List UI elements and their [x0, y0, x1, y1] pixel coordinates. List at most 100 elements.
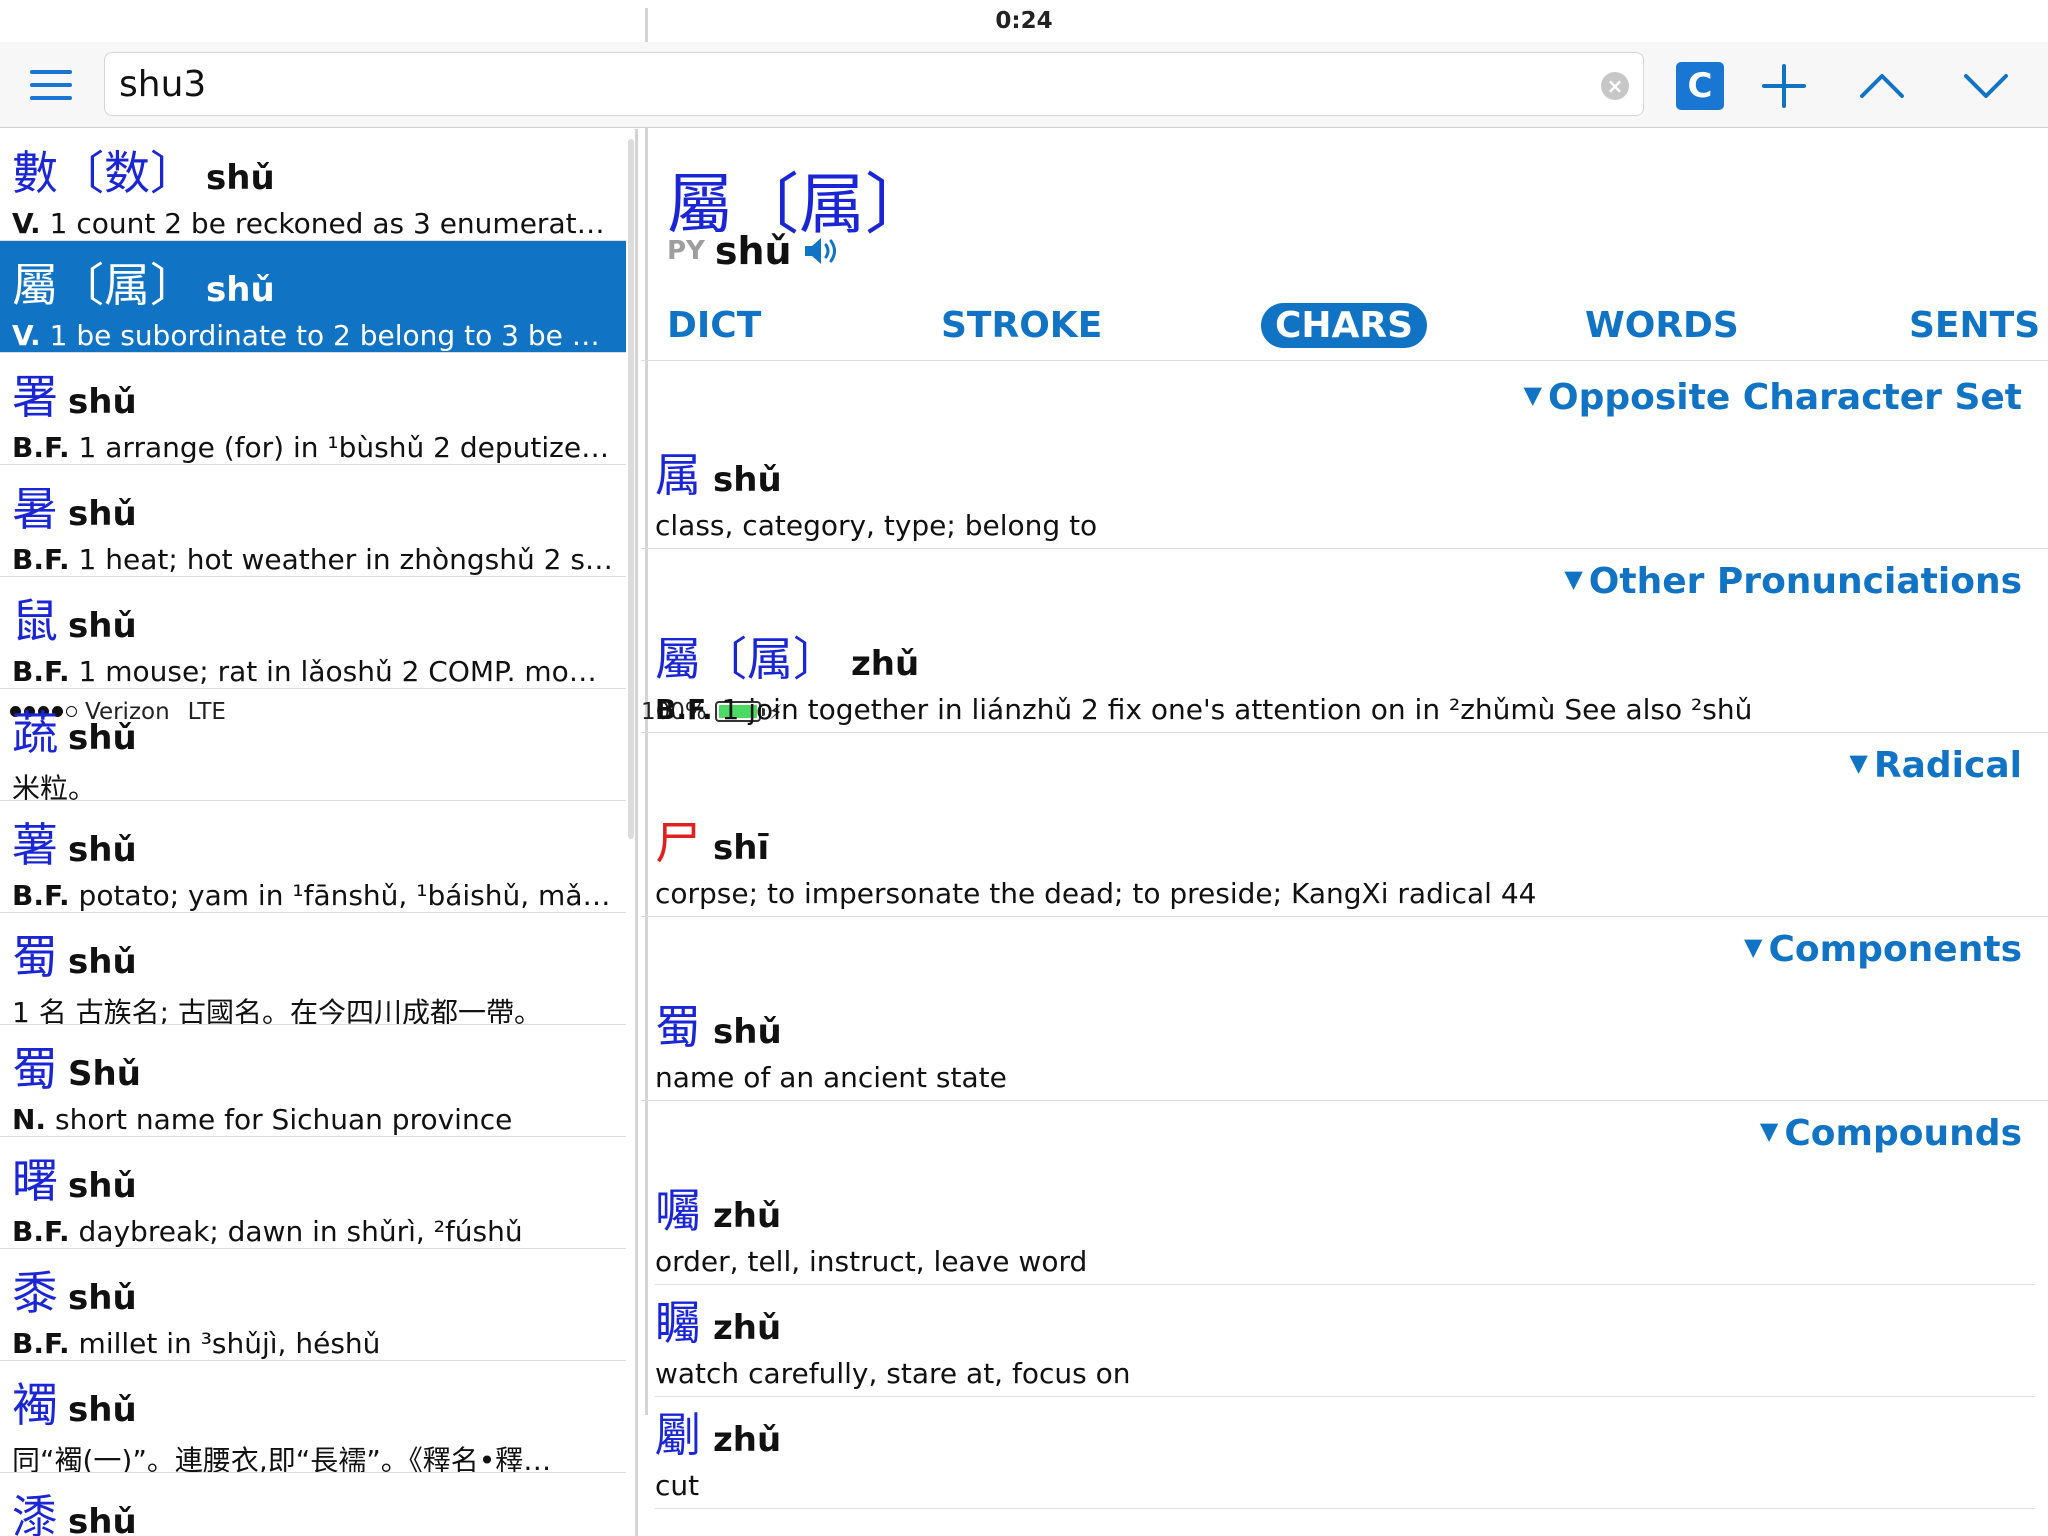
item-hanzi: 劚: [655, 1408, 701, 1462]
section-divider: [641, 732, 2048, 733]
section-other-pron-title[interactable]: ▼ Other Pronunciations: [1564, 561, 2022, 602]
entry-pos: B.F.: [12, 543, 70, 576]
toolbar: × C: [0, 42, 2048, 128]
list-item[interactable]: 署 shǔ B.F. 1 arrange (for) in ¹bùshǔ 2 de…: [0, 353, 626, 465]
item-definition: corpse; to impersonate the dead; to pres…: [655, 877, 1537, 910]
section-compounds-title[interactable]: ▼ Compounds: [1760, 1113, 2022, 1154]
entry-definition: 1 heat; hot weather in zhòngshǔ 2 su…: [78, 543, 614, 576]
section-title-text: Components: [1768, 929, 2022, 970]
item-hanzi: 屬〔属〕: [655, 632, 839, 686]
item-pinyin: shǔ: [713, 1012, 782, 1052]
section-components-title[interactable]: ▼ Components: [1744, 929, 2022, 970]
entry-pos: V.: [12, 319, 41, 352]
item-pinyin: shǔ: [713, 460, 782, 500]
results-list[interactable]: 數〔数〕 shǔ V. 1 count 2 be reckoned as 3 en…: [0, 129, 638, 1536]
disclosure-triangle-icon: ▼: [1849, 749, 1868, 777]
tab-dict[interactable]: DICT: [653, 303, 775, 348]
entry-hanzi: 蜀: [12, 930, 58, 984]
list-item-selected[interactable]: 屬〔属〕 shǔ V. 1 be subordinate to 2 belong …: [0, 241, 626, 353]
entry-definition: 1 be subordinate to 2 belong to 3 be bo…: [49, 319, 614, 352]
opposite-char-item[interactable]: 属 shǔ class, category, type; belong to: [655, 439, 2035, 542]
chevron-up-icon[interactable]: [1854, 60, 1910, 112]
tab-words[interactable]: WORDS: [1571, 303, 1753, 348]
entry-hanzi: 薯: [12, 818, 58, 872]
entry-pos: N.: [12, 1103, 47, 1136]
status-bar: Verizon LTE 0:24 100% ⚡: [0, 0, 2048, 1415]
list-item[interactable]: 薯 shǔ B.F. potato; yam in ¹fānshǔ, ¹báish…: [0, 801, 626, 913]
entry-pinyin: shǔ: [68, 606, 137, 646]
detail-pinyin-line: PY shǔ: [667, 229, 842, 273]
chevron-down-icon[interactable]: [1958, 60, 2014, 112]
entry-hanzi: 蔬: [12, 706, 58, 760]
other-pron-item[interactable]: 屬〔属〕 zhǔ B.F. 1 join together in liánzhǔ …: [655, 623, 2035, 726]
entry-pos: B.F.: [12, 1215, 70, 1248]
item-pinyin: zhǔ: [851, 644, 920, 684]
tab-chars[interactable]: CHARS: [1261, 303, 1428, 348]
section-divider: [641, 548, 2048, 549]
disclosure-triangle-icon: ▼: [1564, 565, 1583, 593]
section-title-text: Other Pronunciations: [1588, 561, 2022, 602]
tab-stroke[interactable]: STROKE: [927, 303, 1116, 348]
section-divider: [641, 1100, 2048, 1101]
item-divider: [655, 1508, 2035, 1509]
detail-pinyin: shǔ: [714, 229, 792, 273]
speaker-icon[interactable]: [802, 234, 842, 268]
list-item[interactable]: 曙 shǔ B.F. daybreak; dawn in shǔrì, ²fúsh…: [0, 1137, 626, 1249]
radical-item[interactable]: 尸 shī corpse; to impersonate the dead; to…: [655, 807, 2035, 910]
entry-pinyin: shǔ: [206, 158, 275, 198]
entry-pinyin: shǔ: [68, 1390, 137, 1430]
entry-hanzi: 黍: [12, 1266, 58, 1320]
menu-icon[interactable]: [30, 70, 72, 100]
list-item[interactable]: 蜀 shǔ 1 名 古族名; 古國名。在今四川成都一帶。: [0, 913, 626, 1025]
entry-definition: daybreak; dawn in shǔrì, ²fúshǔ: [78, 1215, 523, 1248]
pinyin-label: PY: [667, 236, 705, 266]
entry-definition: 同“襡(一)”。連腰衣,即“長襦”。《釋名•釋…: [12, 1444, 552, 1473]
entry-pos: V.: [12, 207, 41, 240]
entry-definition: short name for Sichuan province: [54, 1103, 513, 1136]
compound-item[interactable]: 劚 zhǔ cut: [655, 1399, 2035, 1502]
item-definition: watch carefully, stare at, focus on: [655, 1357, 1131, 1390]
list-item[interactable]: 數〔数〕 shǔ V. 1 count 2 be reckoned as 3 en…: [0, 129, 626, 241]
section-title-text: Compounds: [1784, 1113, 2022, 1154]
item-definition: cut: [655, 1469, 700, 1502]
item-hanzi: 属: [655, 448, 701, 502]
disclosure-triangle-icon: ▼: [1523, 381, 1542, 409]
compound-item[interactable]: 囑 zhǔ order, tell, instruct, leave word: [655, 1175, 2035, 1278]
list-item[interactable]: 潻 shǔ: [0, 1473, 626, 1536]
entry-pinyin: shǔ: [68, 382, 137, 422]
entry-pos: B.F.: [12, 1327, 70, 1360]
entry-hanzi: 屬〔属〕: [12, 258, 196, 312]
list-item[interactable]: 蜀 Shǔ N. short name for Sichuan province: [0, 1025, 626, 1137]
search-input[interactable]: [119, 61, 1559, 107]
section-radical-title[interactable]: ▼ Radical: [1849, 745, 2022, 786]
entry-pos: B.F.: [12, 655, 70, 688]
add-icon[interactable]: [1756, 60, 1812, 112]
section-opposite-title[interactable]: ▼ Opposite Character Set: [1524, 377, 2022, 418]
detail-tabs: DICT STROKE CHARS WORDS SENTS: [641, 289, 2048, 361]
clipboard-c-button[interactable]: C: [1676, 62, 1724, 110]
item-definition: name of an ancient state: [655, 1061, 1007, 1094]
item-divider: [655, 1284, 2035, 1285]
compound-item[interactable]: 矚 zhǔ watch carefully, stare at, focus on: [655, 1287, 2035, 1390]
entry-pos: B.F.: [12, 879, 70, 912]
entry-hanzi: 潻: [12, 1490, 58, 1536]
entry-pinyin: shǔ: [68, 1166, 137, 1206]
list-item[interactable]: 鼠 shǔ B.F. 1 mouse; rat in lǎoshǔ 2 COMP.…: [0, 577, 626, 689]
entry-hanzi: 數〔数〕: [12, 146, 196, 200]
entry-pinyin: shǔ: [68, 718, 137, 758]
list-item[interactable]: 襡 shǔ 同“襡(一)”。連腰衣,即“長襦”。《釋名•釋…: [0, 1361, 626, 1473]
entry-pos: B.F.: [12, 431, 70, 464]
tab-sents[interactable]: SENTS: [1895, 303, 2048, 348]
list-item[interactable]: 暑 shǔ B.F. 1 heat; hot weather in zhòngsh…: [0, 465, 626, 577]
component-item[interactable]: 蜀 shǔ name of an ancient state: [655, 991, 2035, 1094]
item-definition: order, tell, instruct, leave word: [655, 1245, 1088, 1278]
entry-pinyin: shǔ: [68, 830, 137, 870]
list-item[interactable]: 蔬 shǔ 米粒。: [0, 689, 626, 801]
entry-definition: 米粒。: [12, 772, 97, 801]
entry-pinyin: shǔ: [206, 270, 275, 310]
scrollbar[interactable]: [628, 139, 634, 839]
item-pinyin: shī: [713, 828, 770, 868]
list-item[interactable]: 黍 shǔ B.F. millet in ³shǔjì, héshǔ: [0, 1249, 626, 1361]
clear-search-icon[interactable]: ×: [1601, 72, 1629, 100]
entry-pinyin: shǔ: [68, 1502, 137, 1536]
